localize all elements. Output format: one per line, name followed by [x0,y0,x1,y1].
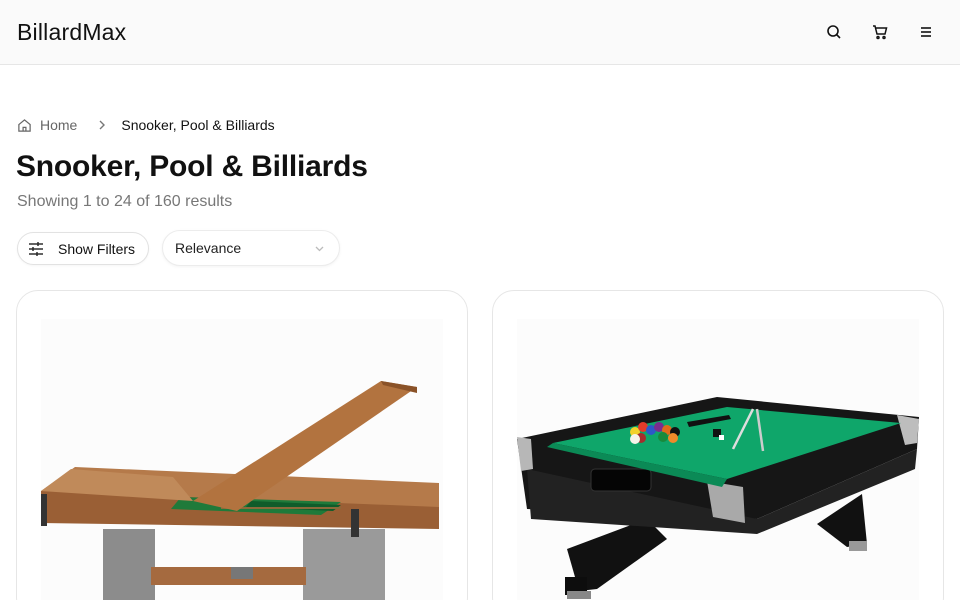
sort-select[interactable]: Relevance [162,230,340,266]
search-icon[interactable] [824,22,844,42]
product-image[interactable] [517,319,919,600]
show-filters-label: Show Filters [58,240,136,257]
chevron-right-icon [97,119,107,131]
site-header: BillardMax [0,0,960,65]
result-count: Showing 1 to 24 of 160 results [17,193,233,210]
breadcrumb: Home Snooker, Pool & Billiards [17,115,275,135]
breadcrumb-home[interactable]: Home [40,117,77,133]
menu-icon[interactable] [916,22,936,42]
product-card[interactable] [492,290,944,600]
product-image[interactable] [41,319,443,600]
breadcrumb-current: Snooker, Pool & Billiards [121,117,275,133]
home-icon[interactable] [17,118,32,133]
sliders-icon [28,241,44,257]
product-card[interactable] [16,290,468,600]
cart-icon[interactable] [870,22,890,42]
page-title: Snooker, Pool & Billiards [16,150,368,183]
show-filters-button[interactable]: Show Filters [17,232,149,265]
logo[interactable]: BillardMax [17,19,126,46]
chevron-down-icon [314,243,325,254]
sort-selected-value: Relevance [175,240,242,256]
